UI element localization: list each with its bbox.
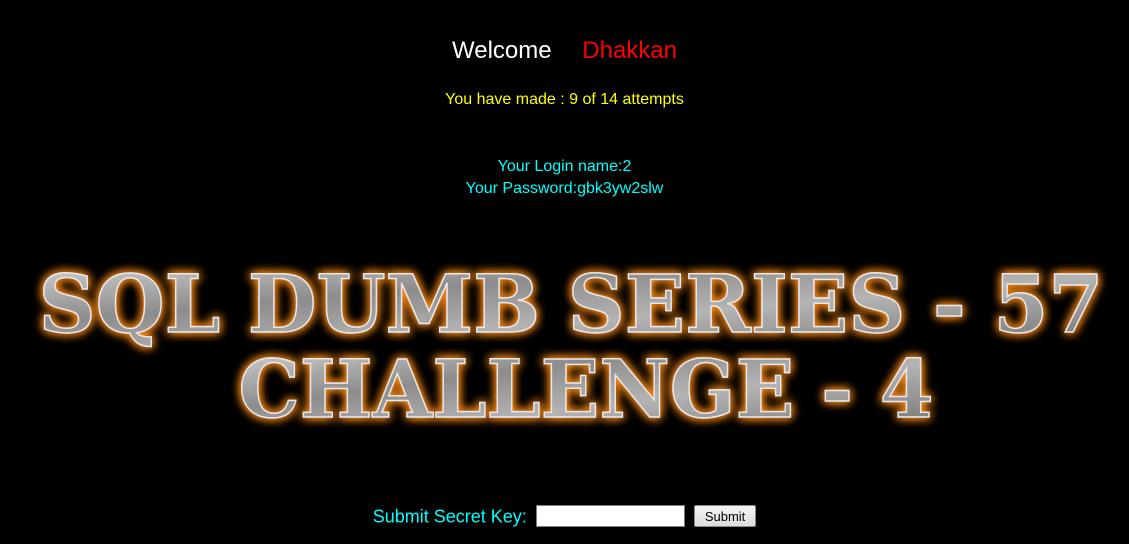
banner-graphic: SQL DUMB SERIES - 57 CHALLENGE - 4 bbox=[38, 262, 1105, 437]
secret-key-form: Submit Secret Key: Submit bbox=[0, 502, 1129, 529]
secret-key-input[interactable] bbox=[535, 505, 685, 528]
welcome-label: Welcome bbox=[452, 37, 552, 64]
credentials-block: Your Login name:2 Your Password:gbk3yw2s… bbox=[0, 156, 1129, 200]
welcome-line: Welcome Dhakkan bbox=[0, 36, 1129, 66]
password-text: Your Password:gbk3yw2slw bbox=[465, 180, 664, 197]
attempts-counter: You have made : 9 of 14 attempts bbox=[445, 91, 684, 108]
banner-line-2: CHALLENGE - 4 bbox=[239, 342, 934, 436]
submit-button[interactable]: Submit bbox=[693, 505, 757, 528]
challenge-banner: SQL DUMB SERIES - 57 CHALLENGE - 4 bbox=[0, 262, 1129, 442]
username-label: Dhakkan bbox=[582, 37, 677, 64]
secret-key-label: Submit Secret Key: bbox=[372, 506, 527, 527]
banner-line-1: SQL DUMB SERIES - 57 bbox=[39, 262, 1104, 351]
login-name-text: Your Login name:2 bbox=[497, 158, 632, 175]
